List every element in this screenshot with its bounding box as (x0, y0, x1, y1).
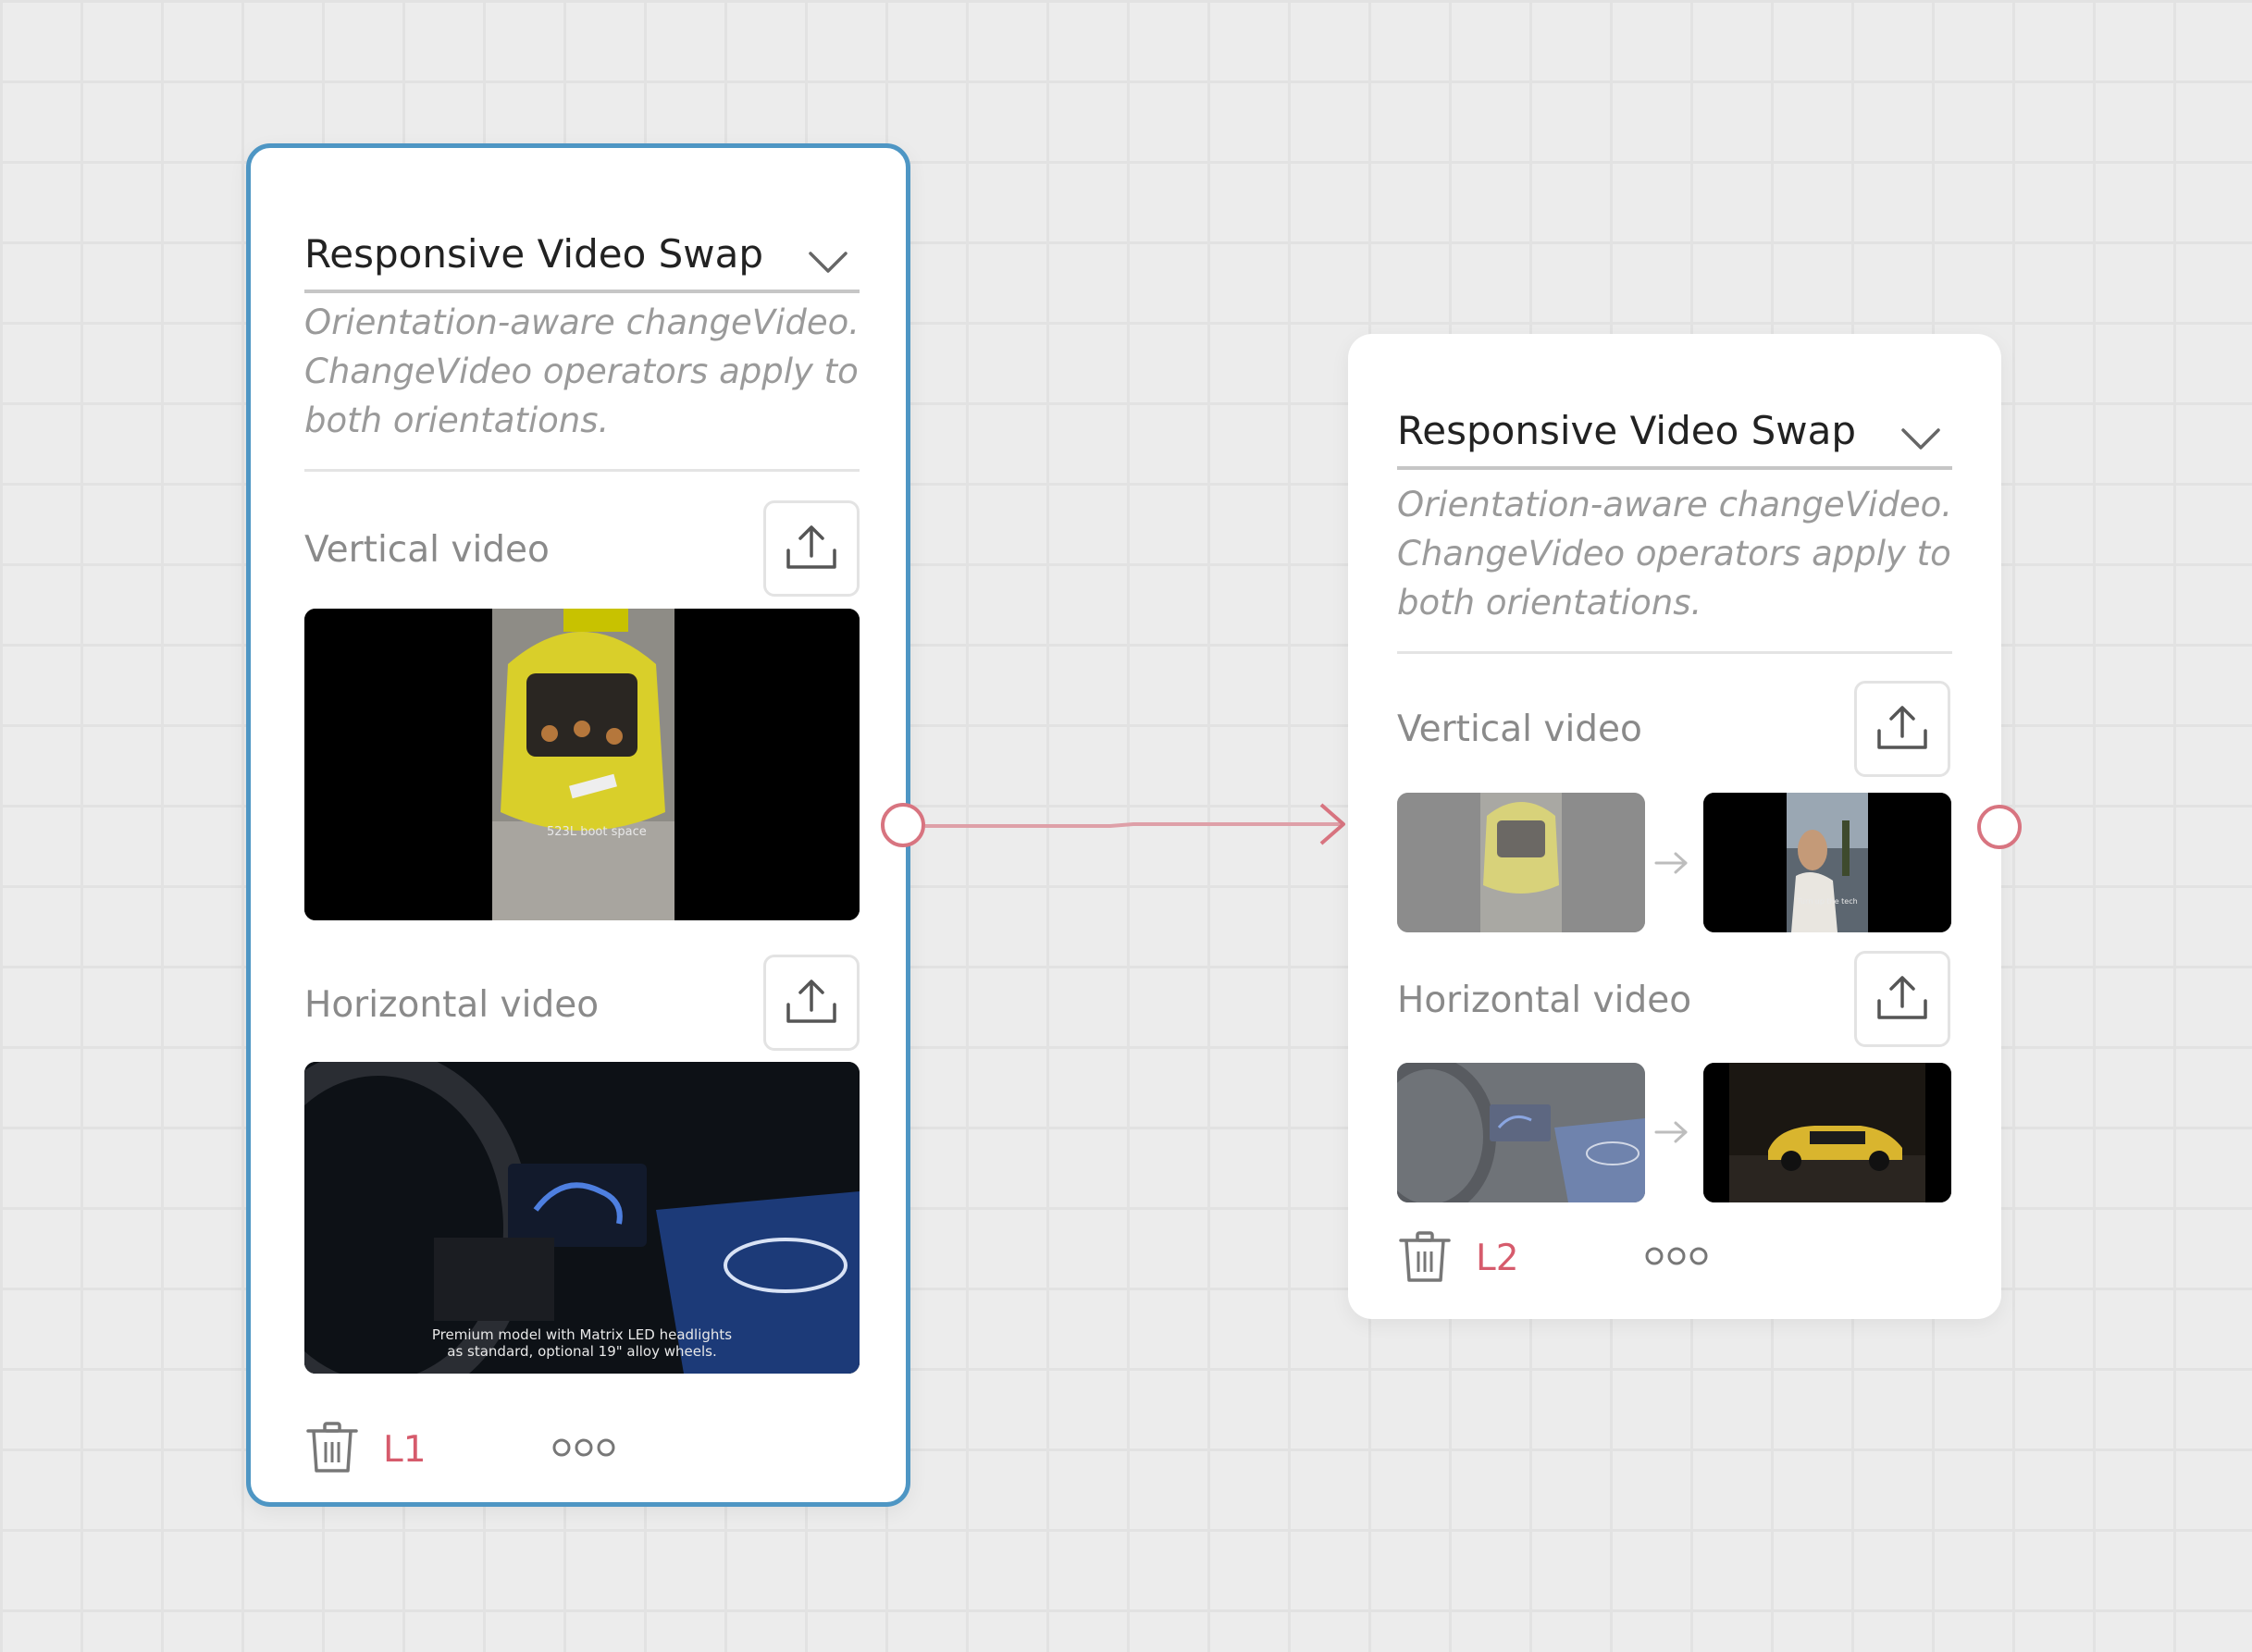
vertical-video-label: Vertical video (304, 529, 550, 571)
arrow-right-icon (1654, 852, 1688, 874)
title-dropdown[interactable]: Responsive Video Swap (1397, 371, 1952, 470)
vertical-video-current-thumb[interactable] (1397, 793, 1645, 932)
layer-label: L1 (383, 1429, 427, 1471)
vertical-new-caption: Turn up the tech (1796, 897, 1857, 906)
chevron-down-icon[interactable] (808, 251, 848, 275)
vertical-caption: 523L boot space (547, 825, 647, 839)
more-icon[interactable] (1644, 1245, 1709, 1267)
horizontal-video-preview[interactable]: Premium model with Matrix LED headlights… (304, 1062, 860, 1374)
node-description: Orientation-aware changeVideo. ChangeVid… (1397, 485, 1952, 623)
output-port-l2[interactable] (1977, 805, 2022, 849)
arrow-right-icon (1654, 1121, 1688, 1143)
chevron-down-icon[interactable] (1900, 427, 1941, 451)
horizontal-caption-line-2: as standard, optional 19" alloy wheels. (447, 1343, 717, 1360)
horizontal-video-label: Horizontal video (304, 984, 600, 1026)
vertical-video-preview[interactable]: 523L boot space (304, 609, 860, 920)
horizontal-video-new-thumb[interactable] (1703, 1063, 1951, 1202)
node-card-l1[interactable]: Responsive Video Swap Orientation-aware … (246, 143, 910, 1507)
trash-icon[interactable] (1397, 1229, 1453, 1285)
horizontal-upload-button[interactable] (763, 955, 860, 1051)
node-description: Orientation-aware changeVideo. ChangeVid… (304, 302, 860, 440)
node-card-l2[interactable]: Responsive Video Swap Orientation-aware … (1348, 334, 2001, 1319)
divider (304, 469, 860, 472)
horizontal-caption-line-1: Premium model with Matrix LED headlights (432, 1326, 732, 1343)
node-title: Responsive Video Swap (1397, 408, 1857, 453)
output-port-l1[interactable] (881, 803, 925, 847)
upload-icon (1877, 976, 1927, 1019)
title-dropdown[interactable]: Responsive Video Swap (304, 194, 860, 293)
trash-icon[interactable] (304, 1420, 360, 1475)
upload-icon (786, 980, 836, 1023)
vertical-upload-button[interactable] (763, 500, 860, 597)
upload-icon (786, 525, 836, 569)
horizontal-video-current-thumb[interactable] (1397, 1063, 1645, 1202)
horizontal-upload-button[interactable] (1854, 951, 1950, 1047)
upload-icon (1877, 706, 1927, 749)
layer-label: L2 (1476, 1238, 1519, 1279)
horizontal-video-label: Horizontal video (1397, 980, 1692, 1021)
vertical-upload-button[interactable] (1854, 681, 1950, 777)
vertical-video-new-thumb[interactable]: Turn up the tech (1703, 793, 1951, 932)
node-title: Responsive Video Swap (304, 231, 764, 277)
divider (1397, 651, 1952, 654)
more-icon[interactable] (551, 1436, 616, 1459)
vertical-video-label: Vertical video (1397, 709, 1642, 750)
